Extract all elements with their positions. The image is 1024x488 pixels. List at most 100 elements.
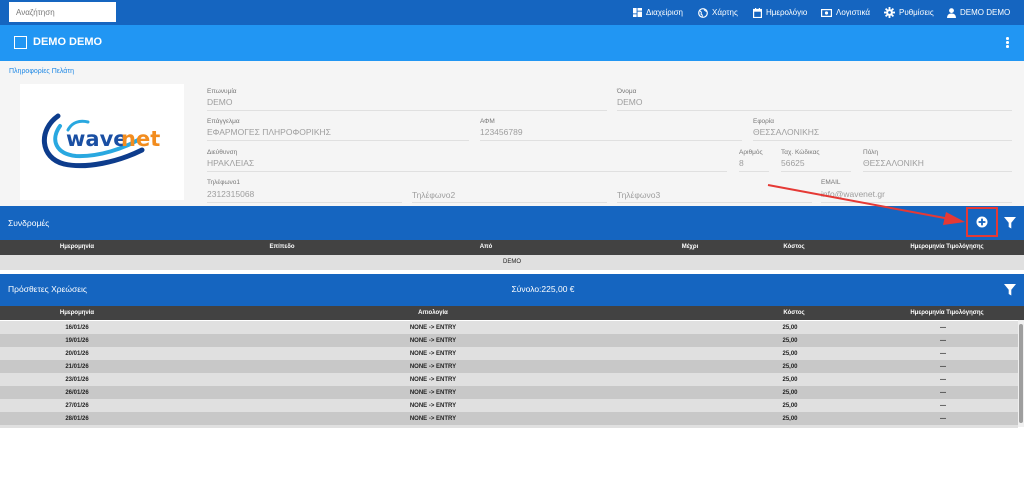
field-label-brand-name: Επωνυμία <box>207 88 237 95</box>
cell-date: 19/01/26 <box>65 337 89 344</box>
field-phone2[interactable]: Τηλέφωνο2 <box>412 190 455 200</box>
table-row[interactable]: 28/01/26 NONE -> ENTRY 25,00 — <box>0 412 1018 425</box>
cell-date: 27/01/26 <box>65 402 89 409</box>
field-label-profession: Επάγγελμα <box>207 118 240 125</box>
nav-item-map[interactable]: Χάρτης <box>698 0 738 25</box>
column-header[interactable]: Ημερομηνία Τιμολόγησης <box>910 310 983 316</box>
column-header[interactable]: Μέχρι <box>682 244 699 250</box>
field-label-city: Πόλη <box>863 149 879 156</box>
column-header[interactable]: Κόστος <box>783 244 804 250</box>
field-underline <box>617 202 812 203</box>
extra-charges-table-header: Ημερομηνία Αιτιολογία Κόστος Ημερομηνία … <box>0 306 1024 320</box>
calendar-icon <box>753 7 762 18</box>
table-row[interactable]: 19/01/26 NONE -> ENTRY 25,00 — <box>0 334 1018 347</box>
table-row[interactable]: 20/01/26 NONE -> ENTRY 25,00 — <box>0 347 1018 360</box>
column-header[interactable]: Ημερομηνία <box>60 244 94 250</box>
filter-icon[interactable] <box>1004 284 1016 296</box>
top-navbar: Διαχείριση Χάρτης Ημερολόγιο Λογιστικά Ρ… <box>0 0 1024 25</box>
globe-icon <box>698 7 708 18</box>
wavenet-logo-image: wave net <box>41 113 160 169</box>
column-header[interactable]: Ημερομηνία Τιμολόγησης <box>910 244 983 250</box>
column-header[interactable]: Επίπεδο <box>269 244 294 250</box>
nav-item-label: Λογιστικά <box>836 8 870 17</box>
cell-reason: NONE -> ENTRY <box>409 337 457 344</box>
nav-item-management[interactable]: Διαχείριση <box>633 0 683 25</box>
field-profession[interactable]: ΕΦΑΡΜΟΓΕΣ ΠΛΗΡΟΦΟΡΙΚΗΣ <box>207 127 331 137</box>
field-phone1[interactable]: 2312315068 <box>207 189 254 199</box>
money-icon <box>821 8 832 17</box>
field-email[interactable]: info@wavenet.gr <box>821 189 885 199</box>
cell-invoice-date: — <box>940 389 946 396</box>
table-scrollbar[interactable] <box>1018 320 1024 427</box>
field-underline <box>207 171 727 172</box>
field-underline <box>207 140 469 141</box>
subscriptions-empty-text: DEMO <box>503 259 521 265</box>
field-address[interactable]: ΗΡΑΚΛΕΙΑΣ <box>207 158 254 168</box>
cell-invoice-date: — <box>940 363 946 370</box>
nav-item-calendar[interactable]: Ημερολόγιο <box>753 0 807 25</box>
column-header[interactable]: Ημερομηνία <box>60 310 94 316</box>
gear-icon <box>884 7 895 18</box>
cell-cost: 25,00 <box>782 350 798 357</box>
field-label-phone1: Τηλέφωνο1 <box>207 179 241 186</box>
nav-item-label: DEMO DEMO <box>960 8 1011 17</box>
cell-cost: 25,00 <box>782 415 798 422</box>
field-underline <box>821 202 1012 203</box>
cell-invoice-date: — <box>940 376 946 383</box>
cell-date: 16/01/26 <box>65 324 89 331</box>
cell-invoice-date: — <box>940 324 946 331</box>
cell-cost: 25,00 <box>782 363 798 370</box>
cell-date: 26/01/26 <box>65 389 89 396</box>
field-underline <box>739 171 769 172</box>
cell-reason: NONE -> ENTRY <box>409 324 457 331</box>
cell-reason: NONE -> ENTRY <box>409 415 457 422</box>
field-postal-code[interactable]: 56625 <box>781 158 805 168</box>
cell-reason: NONE -> ENTRY <box>409 350 457 357</box>
cell-cost: 25,00 <box>782 376 798 383</box>
cell-reason: NONE -> ENTRY <box>409 363 457 370</box>
user-icon <box>947 7 956 18</box>
subscriptions-bar: Συνδρομές <box>0 206 1024 240</box>
cell-invoice-date: — <box>940 415 946 422</box>
table-row[interactable]: 26/01/26 NONE -> ENTRY 25,00 — <box>0 386 1018 399</box>
filter-icon[interactable] <box>1004 217 1016 229</box>
cell-cost: 25,00 <box>782 324 798 331</box>
field-city[interactable]: ΘΕΣΣΑΛΟΝΙΚΗ <box>863 158 924 168</box>
table-row[interactable]: 23/01/26 NONE -> ENTRY 25,00 — <box>0 373 1018 386</box>
nav-item-settings[interactable]: Ρυθμίσεις <box>884 0 934 25</box>
table-row[interactable]: 21/01/26 NONE -> ENTRY 25,00 — <box>0 360 1018 373</box>
field-label-postal-code: Ταχ. Κώδικας <box>781 149 820 156</box>
select-checkbox[interactable] <box>14 36 27 49</box>
field-brand-name[interactable]: DEMO <box>207 97 233 107</box>
cell-cost: 25,00 <box>782 389 798 396</box>
company-logo: wave net <box>20 84 184 200</box>
table-row[interactable]: 16/01/26 NONE -> ENTRY 25,00 — <box>0 321 1018 334</box>
field-underline <box>480 140 742 141</box>
field-tax-id[interactable]: 123456789 <box>480 127 523 137</box>
search-input[interactable] <box>9 2 116 22</box>
cell-invoice-date: — <box>940 402 946 409</box>
page-title: DEMO DEMO <box>33 36 103 48</box>
field-tax-office[interactable]: ΘΕΣΣΑΛΟΝΙΚΗΣ <box>753 127 819 137</box>
field-phone3[interactable]: Τηλέφωνο3 <box>617 190 660 200</box>
column-header[interactable]: Από <box>480 244 493 250</box>
cell-invoice-date: — <box>940 350 946 357</box>
field-label-number: Αριθμός <box>739 149 763 156</box>
nav-item-user[interactable]: DEMO DEMO <box>947 0 1010 25</box>
field-underline <box>617 110 1012 111</box>
field-underline <box>753 140 1012 141</box>
field-number[interactable]: 8 <box>739 158 744 168</box>
scrollbar-thumb[interactable] <box>1019 324 1023 423</box>
column-header[interactable]: Κόστος <box>783 310 804 316</box>
nav-item-accounting[interactable]: Λογιστικά <box>821 0 870 25</box>
nav-item-label: Ρυθμίσεις <box>899 8 934 17</box>
field-name[interactable]: DEMO <box>617 97 643 107</box>
cell-invoice-date: — <box>940 337 946 344</box>
customer-info-link[interactable]: Πληροφορίες Πελάτη <box>9 68 74 75</box>
column-header[interactable]: Αιτιολογία <box>418 310 448 316</box>
field-label-address: Διεύθυνση <box>207 149 238 156</box>
nav-item-label: Ημερολόγιο <box>766 8 808 17</box>
cell-reason: NONE -> ENTRY <box>409 389 457 396</box>
more-options-icon[interactable] <box>1006 37 1010 49</box>
table-row[interactable]: 27/01/26 NONE -> ENTRY 25,00 — <box>0 399 1018 412</box>
